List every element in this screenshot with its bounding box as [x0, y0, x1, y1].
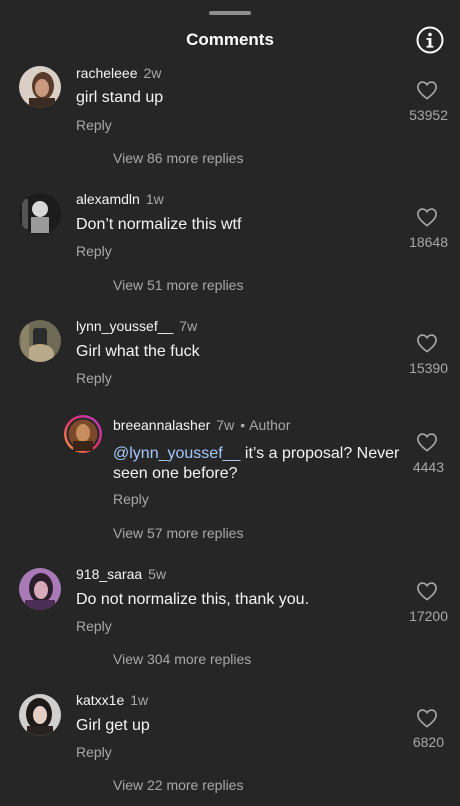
heart-icon[interactable] [416, 581, 438, 601]
avatar[interactable] [19, 193, 61, 235]
view-more-replies[interactable]: View 57 more replies [113, 525, 243, 541]
comment-text: Do not normalize this, thank you. [76, 591, 310, 608]
comment-text: girl stand up [76, 89, 164, 106]
page-title: Comments [186, 30, 274, 49]
like-count: 53952 [409, 107, 448, 123]
separator-dot: • [240, 417, 246, 433]
comment-time: 2w [143, 65, 162, 81]
view-more-replies[interactable]: View 304 more replies [113, 651, 251, 667]
info-icon[interactable] [416, 26, 444, 54]
reply-button[interactable]: Reply [76, 744, 112, 760]
comment-time: 7w [179, 318, 198, 334]
comment-text: Don’t normalize this wtf [76, 216, 242, 233]
like-count: 15390 [409, 360, 448, 376]
heart-icon[interactable] [416, 708, 438, 728]
heart-icon[interactable] [416, 333, 438, 353]
comment-text: Girl what the fuck [76, 343, 200, 360]
comment-username[interactable]: lynn_youssef__ [76, 318, 173, 334]
avatar[interactable] [19, 320, 61, 362]
comment-time: 7w [216, 417, 235, 433]
comment-text-line2: seen one before? [113, 465, 238, 482]
reply-button[interactable]: Reply [113, 491, 149, 507]
like-count: 18648 [409, 234, 448, 250]
reply-button[interactable]: Reply [76, 243, 112, 259]
view-more-replies[interactable]: View 51 more replies [113, 277, 243, 293]
comment-text: @lynn_youssef__ it’s a proposal? Never s… [113, 444, 403, 484]
view-more-replies[interactable]: View 22 more replies [113, 777, 243, 793]
reply-button[interactable]: Reply [76, 618, 112, 634]
comment-text: Girl get up [76, 717, 150, 734]
comment-username[interactable]: breeannalasher [113, 417, 210, 433]
comment-username[interactable]: katxx1e [76, 692, 124, 708]
mention-link[interactable]: @lynn_youssef__ [113, 445, 240, 462]
avatar[interactable] [19, 568, 61, 610]
like-count: 4443 [412, 459, 444, 475]
heart-icon[interactable] [416, 80, 438, 100]
heart-icon[interactable] [416, 432, 438, 452]
like-count: 17200 [409, 608, 448, 624]
comment-time: 1w [130, 692, 149, 708]
comment-time: 5w [148, 566, 167, 582]
comment-username[interactable]: alexamdln [76, 191, 140, 207]
reply-button[interactable]: Reply [76, 370, 112, 386]
drag-handle[interactable] [209, 11, 251, 15]
avatar[interactable] [19, 694, 61, 736]
comment-username[interactable]: 918_saraa [76, 566, 142, 582]
author-badge: Author [249, 417, 291, 433]
comment-time: 1w [145, 191, 164, 207]
view-more-replies[interactable]: View 86 more replies [113, 150, 243, 166]
heart-icon[interactable] [416, 207, 438, 227]
avatar[interactable] [63, 414, 103, 454]
like-count: 6820 [412, 734, 444, 750]
reply-button[interactable]: Reply [76, 117, 112, 133]
comments-sheet: Comments racheleee 2w girl stand up Reply [0, 0, 460, 806]
comment-username[interactable]: racheleee [76, 65, 138, 81]
avatar[interactable] [19, 66, 61, 108]
